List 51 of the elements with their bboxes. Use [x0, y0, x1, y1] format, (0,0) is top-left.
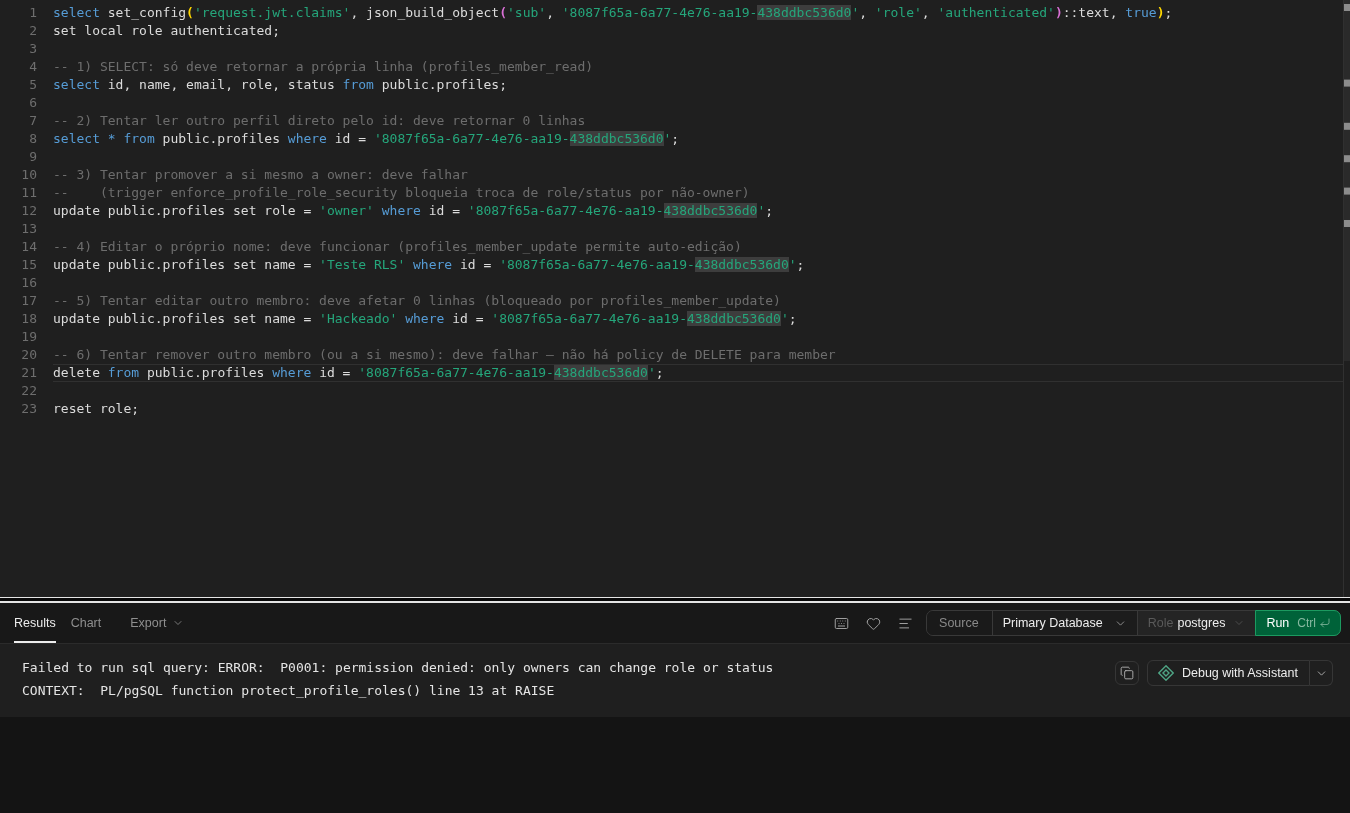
code-line: update public.profiles set name = 'Hackeado' where id = '8087f65a-6a77-4e76-aa19-438ddbc536d0'; [53, 311, 797, 327]
line-number: 13 [21, 221, 37, 237]
heart-icon [865, 615, 881, 631]
code-line: -- (trigger enforce_profile_role_security bloqueia troca de role/status por não-owner) [53, 185, 750, 201]
line-number: 14 [21, 239, 37, 255]
line-number: 5 [29, 77, 37, 93]
line-number: 12 [21, 203, 37, 219]
code-line: select set_config('request.jwt.claims', json_build_object('sub', '8087f65a-6a77-4e76-aa19-438ddbc536d0', 'role', 'authenticated')::text, true); [53, 5, 1173, 21]
line-number: 18 [21, 311, 37, 327]
code-line: -- 3) Tentar promover a si mesmo a owner: deve falhar [53, 167, 468, 183]
debug-with-assistant-button[interactable]: Debug with Assistant [1146, 660, 1310, 686]
code-line: -- 1) SELECT: só deve retornar a própria linha (profiles_member_read) [53, 59, 594, 75]
keyboard-icon [833, 615, 849, 631]
code-line: -- 2) Tentar ler outro perfil direto pelo id: deve retornar 0 linhas [53, 113, 586, 129]
line-number: 21 [21, 365, 37, 381]
line-number: 9 [29, 149, 37, 165]
align-left-icon [897, 615, 913, 631]
copy-icon [1119, 666, 1134, 680]
export-menu-button[interactable]: Export [130, 611, 185, 635]
line-number: 11 [21, 185, 37, 201]
tab[interactable]: Chart [70, 603, 102, 643]
line-number: 23 [21, 401, 37, 417]
line-number: 19 [21, 329, 37, 345]
copy-button[interactable] [1114, 661, 1139, 685]
code-line: select id, name, email, role, status from public.profiles; [53, 77, 507, 93]
line-number: 17 [21, 293, 37, 309]
diamond-icon [1157, 665, 1174, 681]
line-number: 10 [21, 167, 37, 183]
code-line: -- 4) Editar o próprio nome: deve funcionar (profiles_member_update permite auto-edição) [53, 239, 742, 255]
code-line: -- 5) Tentar editar outro membro: deve afetar 0 linhas (bloqueado por profiles_member_update) [53, 293, 781, 309]
code-line: select * from public.profiles where id = '8087f65a-6a77-4e76-aa19-438ddbc536d0'; [53, 131, 680, 147]
code-line: set local role authenticated; [53, 23, 280, 39]
code-line: -- 6) Tentar remover outro membro (ou a si mesmo): deve falhar — não há policy de DELETE para member [53, 347, 836, 363]
line-number: 22 [21, 383, 37, 399]
resize-handle[interactable] [0, 597, 1350, 603]
line-number: 2 [29, 23, 37, 39]
code-line: update public.profiles set role = 'owner' where id = '8087f65a-6a77-4e76-aa19-438ddbc536d0'; [53, 203, 774, 219]
line-number: 15 [21, 257, 37, 273]
line-number: 3 [29, 41, 37, 57]
code-line: update public.profiles set name = 'Teste RLS' where id = '8087f65a-6a77-4e76-aa19-438ddbc536d0'; [53, 257, 805, 273]
line-number: 20 [21, 347, 37, 363]
error-message: Failed to run sql query: ERROR: P0001: permission denied: only owners can change role or status [22, 659, 774, 677]
line-number: 4 [29, 59, 37, 75]
line-number: 7 [29, 113, 37, 129]
line-number: 16 [21, 275, 37, 291]
code-line: reset role; [53, 401, 140, 417]
error-message: CONTEXT: PL/pgSQL function protect_profile_roles() line 13 at RAISE [22, 682, 555, 700]
code-line: delete from public.profiles where id = '8087f65a-6a77-4e76-aa19-438ddbc536d0'; [53, 365, 664, 381]
line-number: 6 [29, 95, 37, 111]
line-number: 8 [29, 131, 37, 147]
line-number: 1 [29, 5, 37, 21]
